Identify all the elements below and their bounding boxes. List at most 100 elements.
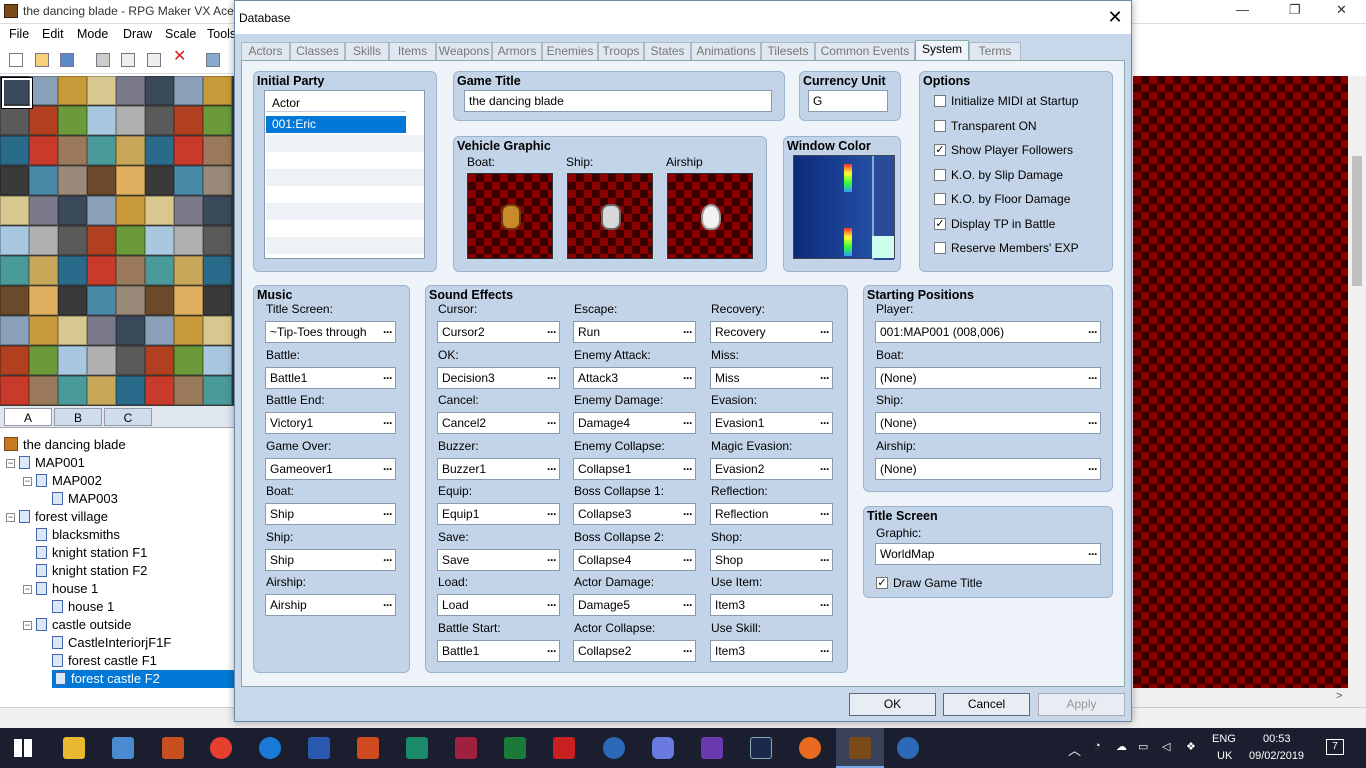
tab-skills[interactable]: Skills: [345, 42, 389, 60]
tile[interactable]: [87, 256, 116, 285]
tab-states[interactable]: States: [644, 42, 691, 60]
tile[interactable]: [0, 136, 29, 165]
se-field[interactable]: Attack3 ···: [573, 366, 696, 389]
tile[interactable]: [87, 196, 116, 225]
se-field[interactable]: Recovery ···: [710, 321, 833, 343]
party-listbox[interactable]: Actor 001:Eric: [264, 90, 425, 259]
se-field[interactable]: Reflection ···: [710, 503, 833, 525]
tile[interactable]: [174, 256, 203, 285]
tile[interactable]: [0, 256, 29, 285]
tile[interactable]: [0, 106, 29, 135]
airship-graphic[interactable]: [667, 173, 753, 259]
tile[interactable]: [116, 346, 145, 375]
excel-icon[interactable]: [504, 737, 526, 759]
file-explorer-icon[interactable]: [63, 737, 85, 759]
option-checkbox[interactable]: [934, 168, 946, 181]
app-icon-blue[interactable]: [603, 737, 625, 759]
apply-button[interactable]: Apply: [1038, 693, 1125, 716]
tab-actors[interactable]: Actors: [241, 42, 290, 60]
menu-scale[interactable]: Scale: [165, 27, 196, 41]
tile[interactable]: [29, 196, 58, 225]
se-field[interactable]: Evasion2 ···: [710, 457, 833, 480]
menu-draw[interactable]: Draw: [123, 27, 152, 41]
clock-date[interactable]: 09/02/2019: [1249, 750, 1304, 762]
start-pos-field[interactable]: (None) ···: [875, 366, 1101, 389]
empty-row[interactable]: [266, 237, 424, 254]
app-icon-blue-2[interactable]: [897, 737, 919, 759]
publisher-icon[interactable]: [406, 737, 428, 759]
tile[interactable]: [203, 226, 232, 255]
tree-item[interactable]: MAP002: [36, 472, 102, 490]
boat-graphic[interactable]: [467, 173, 553, 259]
tile[interactable]: [174, 226, 203, 255]
browse-ellipsis-icon[interactable]: ···: [683, 504, 693, 524]
browse-ellipsis-icon[interactable]: ···: [820, 595, 830, 615]
browse-ellipsis-icon[interactable]: ···: [547, 413, 557, 433]
se-field[interactable]: Decision3 ···: [437, 366, 560, 389]
delete-icon[interactable]: ✕: [173, 49, 187, 65]
scroll-right-icon[interactable]: >: [1336, 690, 1342, 702]
se-field[interactable]: Load ···: [437, 594, 560, 616]
dropbox-icon[interactable]: ❖: [1186, 740, 1196, 753]
tile[interactable]: [0, 286, 29, 315]
ship-graphic[interactable]: [567, 173, 653, 259]
paint-icon[interactable]: [162, 737, 184, 759]
music-field[interactable]: ~Tip-Toes through ···: [265, 321, 396, 343]
tree-project-root[interactable]: the dancing blade: [4, 436, 126, 454]
tree-expander-icon[interactable]: −: [23, 621, 32, 630]
music-field[interactable]: Victory1 ···: [265, 412, 396, 434]
tile[interactable]: [87, 346, 116, 375]
tile[interactable]: [174, 166, 203, 195]
start-pos-field[interactable]: 001:MAP001 (008,006) ···: [875, 321, 1101, 343]
tab-tilesets[interactable]: Tilesets: [761, 42, 815, 60]
tile[interactable]: [203, 136, 232, 165]
tile[interactable]: [87, 106, 116, 135]
se-field[interactable]: Collapse3 ···: [573, 503, 696, 525]
browse-ellipsis-icon[interactable]: ···: [683, 459, 693, 479]
se-field[interactable]: Cancel2 ···: [437, 412, 560, 434]
tab-weapons[interactable]: Weapons: [436, 42, 492, 60]
twitch-icon[interactable]: [701, 737, 723, 759]
browse-ellipsis-icon[interactable]: ···: [683, 641, 693, 661]
layer-icon[interactable]: [206, 53, 220, 67]
tile[interactable]: [29, 286, 58, 315]
start-icon[interactable]: [14, 739, 32, 757]
map-canvas[interactable]: [1133, 76, 1348, 688]
tree-expander-icon[interactable]: −: [6, 513, 15, 522]
menu-edit[interactable]: Edit: [42, 27, 64, 41]
tile[interactable]: [58, 166, 87, 195]
tile[interactable]: [116, 76, 145, 105]
tile[interactable]: [174, 196, 203, 225]
paste-icon[interactable]: [147, 53, 161, 67]
tile[interactable]: [145, 136, 174, 165]
tree-item[interactable]: forest castle F1: [52, 652, 157, 670]
menu-file[interactable]: File: [9, 27, 29, 41]
tile[interactable]: [87, 376, 116, 405]
se-field[interactable]: Shop ···: [710, 548, 833, 571]
browse-ellipsis-icon[interactable]: ···: [547, 368, 557, 388]
store-icon[interactable]: [112, 737, 134, 759]
browse-ellipsis-icon[interactable]: ···: [1088, 413, 1098, 433]
tile[interactable]: [145, 106, 174, 135]
se-field[interactable]: Collapse1 ···: [573, 457, 696, 480]
tree-item[interactable]: castle outside: [36, 616, 132, 634]
se-field[interactable]: Damage5 ···: [573, 594, 696, 616]
save-project-icon[interactable]: [60, 53, 74, 67]
browse-ellipsis-icon[interactable]: ···: [820, 641, 830, 661]
game-title-input[interactable]: [464, 90, 772, 112]
tab-enemies[interactable]: Enemies: [542, 42, 598, 60]
tile[interactable]: [174, 346, 203, 375]
browse-ellipsis-icon[interactable]: ···: [820, 459, 830, 479]
tree-item[interactable]: blacksmiths: [36, 526, 120, 544]
se-field[interactable]: Buzzer1 ···: [437, 457, 560, 480]
draw-game-title-checkbox[interactable]: ✓: [876, 577, 888, 589]
se-field[interactable]: Evasion1 ···: [710, 412, 833, 434]
tile[interactable]: [58, 136, 87, 165]
close-icon[interactable]: ✕: [1336, 2, 1347, 18]
browse-ellipsis-icon[interactable]: ···: [547, 595, 557, 615]
se-field[interactable]: Damage4 ···: [573, 412, 696, 434]
tree-expander-icon[interactable]: −: [6, 459, 15, 468]
tile[interactable]: [29, 226, 58, 255]
music-field[interactable]: Gameover1 ···: [265, 457, 396, 480]
tile[interactable]: [58, 316, 87, 345]
